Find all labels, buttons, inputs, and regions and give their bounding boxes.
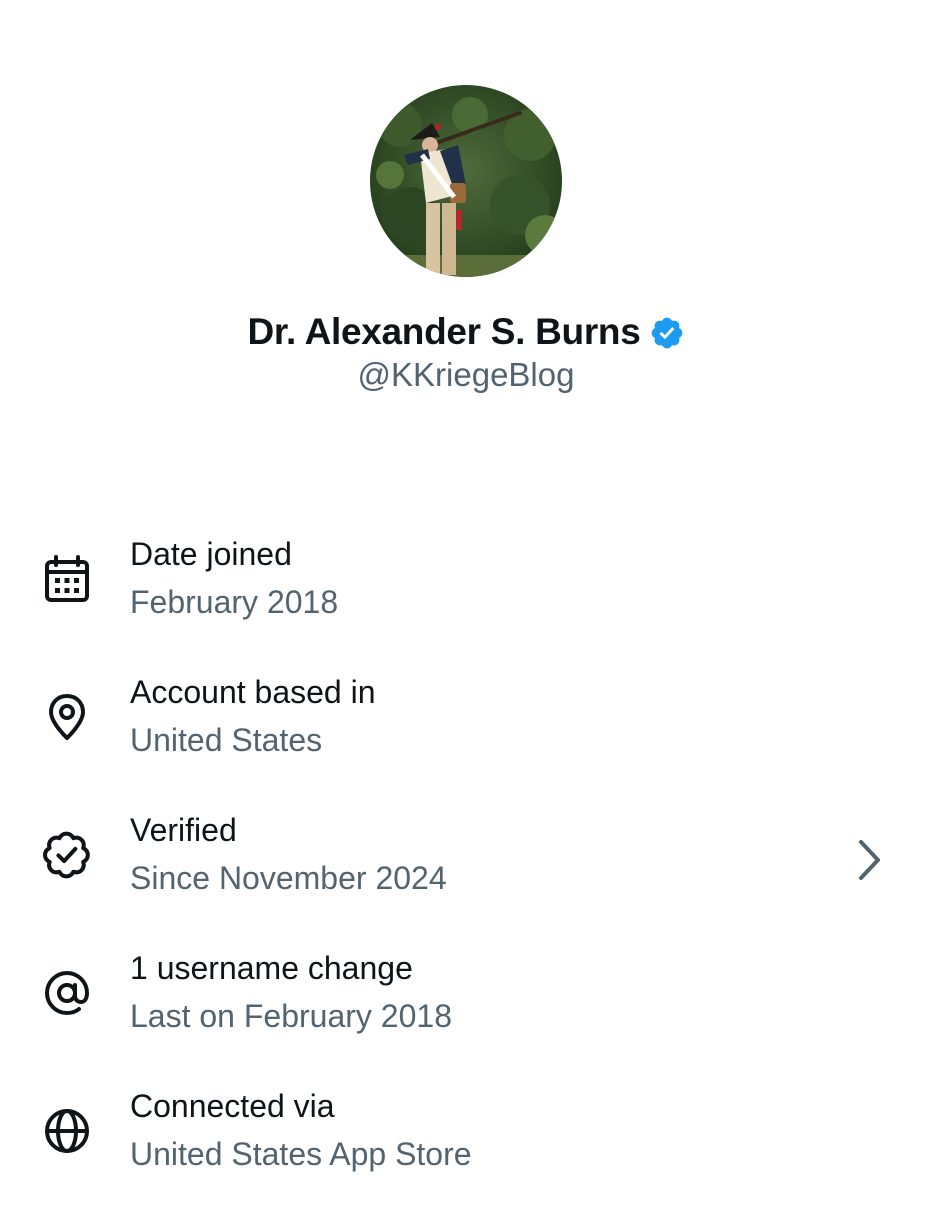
item-subtitle: United States xyxy=(130,722,323,758)
item-subtitle: Since November 2024 xyxy=(130,860,447,896)
chevron-right-icon[interactable] xyxy=(854,838,884,882)
item-subtitle: United States App Store xyxy=(130,1136,472,1172)
display-name: Dr. Alexander S. Burns xyxy=(247,311,641,352)
item-subtitle: Last on February 2018 xyxy=(130,998,452,1034)
item-title: Date joined xyxy=(130,536,292,572)
at-sign-icon xyxy=(40,966,94,1020)
globe-icon xyxy=(40,1104,94,1158)
list-item-username-change: 1 username change Last on February 2018 xyxy=(0,934,932,1072)
list-item-connected-via: Connected via United States App Store xyxy=(0,1072,932,1210)
item-title: Connected via xyxy=(130,1088,335,1124)
profile-name-row: Dr. Alexander S. Burns xyxy=(0,306,932,358)
item-title: 1 username change xyxy=(130,950,413,986)
list-item-verified[interactable]: Verified Since November 2024 xyxy=(0,796,932,934)
profile-avatar[interactable] xyxy=(370,85,562,277)
verified-badge-icon[interactable] xyxy=(649,315,685,351)
item-title: Verified xyxy=(130,812,237,848)
location-pin-icon xyxy=(40,690,94,744)
list-item-date-joined: Date joined February 2018 xyxy=(0,520,932,658)
profile-handle: @KKriegeBlog xyxy=(357,356,575,393)
list-item-account-based-in: Account based in United States xyxy=(0,658,932,796)
avatar-photo xyxy=(370,85,562,277)
verified-badge-outline-icon xyxy=(40,828,94,882)
calendar-icon xyxy=(40,552,94,606)
item-title: Account based in xyxy=(130,674,376,710)
item-subtitle: February 2018 xyxy=(130,584,339,620)
